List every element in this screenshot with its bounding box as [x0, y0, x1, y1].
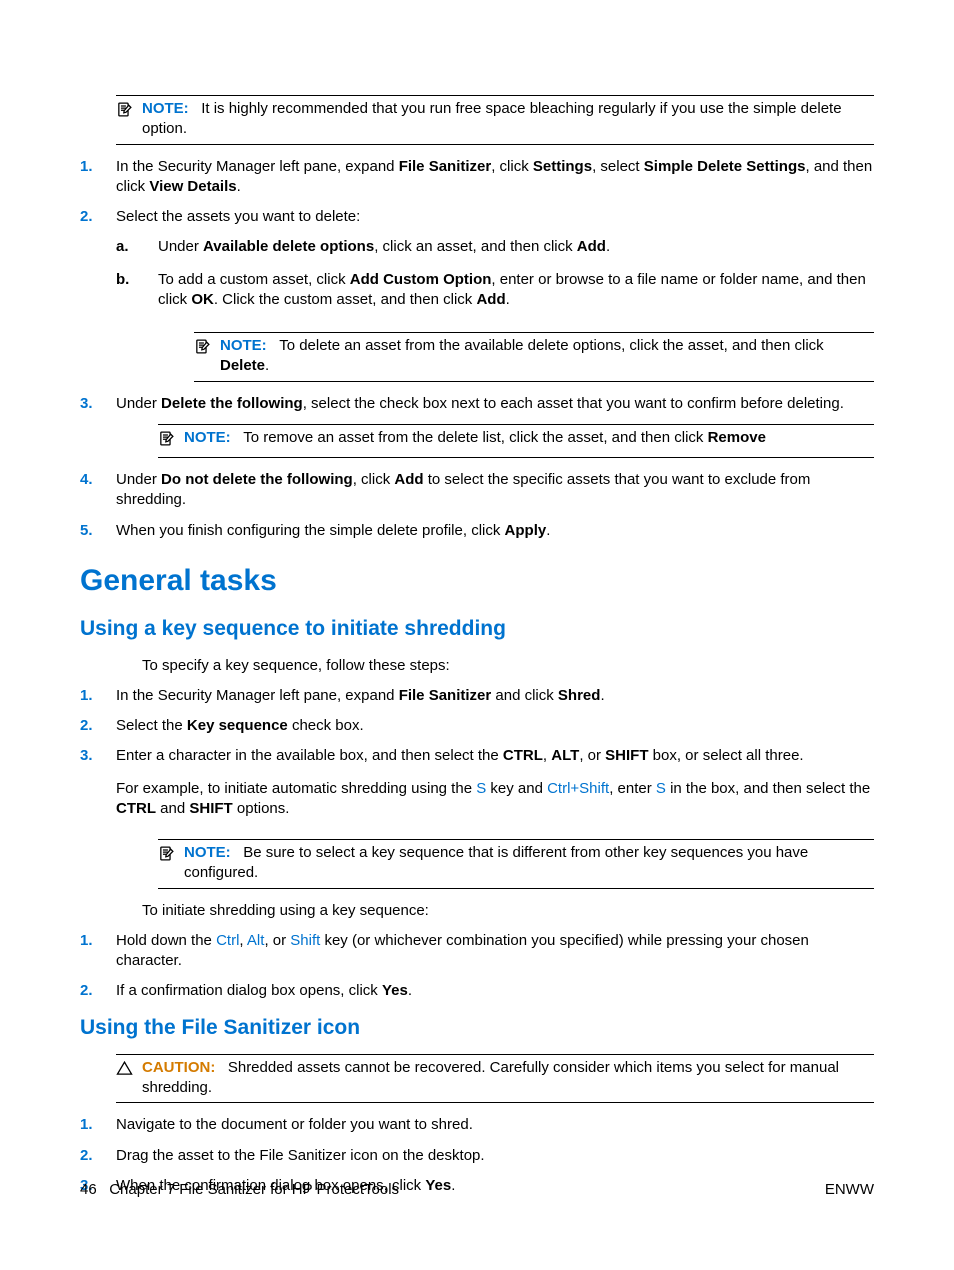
- note-content: NOTE: To remove an asset from the delete…: [184, 428, 874, 453]
- caution-icon: [116, 1058, 142, 1099]
- note-icon: [116, 99, 142, 140]
- caution-content: CAUTION: Shredded assets cannot be recov…: [142, 1058, 874, 1099]
- heading-key-sequence: Using a key sequence to initiate shreddi…: [80, 615, 874, 643]
- note-block: NOTE: It is highly recommended that you …: [116, 95, 874, 145]
- paragraph: To specify a key sequence, follow these …: [142, 656, 874, 676]
- list-number: 3.: [80, 394, 116, 414]
- sub-ordered-list: a. Under Available delete options, click…: [116, 237, 874, 310]
- list-number: 2.: [80, 981, 116, 1001]
- list-letter: a.: [116, 237, 158, 257]
- list-item: 2. Select the Key sequence check box.: [80, 716, 874, 736]
- chapter-title: Chapter 7 File Sanitizer for HP ProtectT…: [109, 1181, 399, 1198]
- list-item: 4. Under Do not delete the following, cl…: [80, 470, 874, 511]
- list-number: 1.: [80, 157, 116, 198]
- list-item: 2. Drag the asset to the File Sanitizer …: [80, 1146, 874, 1166]
- list-item: 2. Select the assets you want to delete:…: [80, 207, 874, 322]
- ordered-list-cont: 3. Under Delete the following, select th…: [80, 394, 874, 414]
- ordered-list: 1. In the Security Manager left pane, ex…: [80, 686, 874, 829]
- list-number: 5.: [80, 521, 116, 541]
- note-content: NOTE: To delete an asset from the availa…: [220, 336, 874, 377]
- list-number: 2.: [80, 1146, 116, 1166]
- paragraph: To initiate shredding using a key sequen…: [142, 901, 874, 921]
- list-number: 1.: [80, 686, 116, 706]
- list-item: 1. Hold down the Ctrl, Alt, or Shift key…: [80, 931, 874, 972]
- footer-left: 46 Chapter 7 File Sanitizer for HP Prote…: [80, 1180, 399, 1200]
- list-number: 1.: [80, 1115, 116, 1135]
- note-content: NOTE: Be sure to select a key sequence t…: [184, 843, 874, 884]
- list-number: 1.: [80, 931, 116, 972]
- list-item: 1. Navigate to the document or folder yo…: [80, 1115, 874, 1135]
- list-body: Select the assets you want to delete: a.…: [116, 207, 874, 322]
- page-footer: 46 Chapter 7 File Sanitizer for HP Prote…: [80, 1180, 874, 1200]
- list-number: 3.: [80, 746, 116, 829]
- list-body: In the Security Manager left pane, expan…: [116, 157, 874, 198]
- note-icon: [158, 843, 184, 884]
- list-item: 5. When you finish configuring the simpl…: [80, 521, 874, 541]
- example-paragraph: For example, to initiate automatic shred…: [116, 779, 874, 820]
- list-number: 2.: [80, 207, 116, 322]
- list-item: a. Under Available delete options, click…: [116, 237, 874, 257]
- ordered-list: 1. In the Security Manager left pane, ex…: [80, 157, 874, 323]
- ordered-list-cont: 4. Under Do not delete the following, cl…: [80, 470, 874, 541]
- note-label: NOTE:: [142, 100, 189, 117]
- note-label: NOTE:: [184, 844, 231, 861]
- list-item: 1. In the Security Manager left pane, ex…: [80, 157, 874, 198]
- note-icon: [158, 428, 184, 453]
- list-letter: b.: [116, 270, 158, 311]
- list-item: 2. If a confirmation dialog box opens, c…: [80, 981, 874, 1001]
- ordered-list: 1. Hold down the Ctrl, Alt, or Shift key…: [80, 931, 874, 1002]
- note-label: NOTE:: [184, 429, 231, 446]
- footer-right: ENWW: [825, 1180, 874, 1200]
- list-item: 1. In the Security Manager left pane, ex…: [80, 686, 874, 706]
- list-item: 3. Under Delete the following, select th…: [80, 394, 874, 414]
- caution-block: CAUTION: Shredded assets cannot be recov…: [116, 1054, 874, 1104]
- heading-general-tasks: General tasks: [80, 561, 874, 602]
- note-label: NOTE:: [220, 337, 267, 354]
- heading-file-sanitizer-icon: Using the File Sanitizer icon: [80, 1014, 874, 1042]
- list-number: 4.: [80, 470, 116, 511]
- caution-label: CAUTION:: [142, 1059, 215, 1076]
- list-number: 2.: [80, 716, 116, 736]
- note-icon: [194, 336, 220, 377]
- list-item: 3. Enter a character in the available bo…: [80, 746, 874, 829]
- list-item: b. To add a custom asset, click Add Cust…: [116, 270, 874, 311]
- note-content: NOTE: It is highly recommended that you …: [142, 99, 874, 140]
- note-block: NOTE: To remove an asset from the delete…: [158, 424, 874, 458]
- note-block: NOTE: Be sure to select a key sequence t…: [158, 839, 874, 889]
- note-block: NOTE: To delete an asset from the availa…: [194, 332, 874, 382]
- page-number: 46: [80, 1181, 97, 1198]
